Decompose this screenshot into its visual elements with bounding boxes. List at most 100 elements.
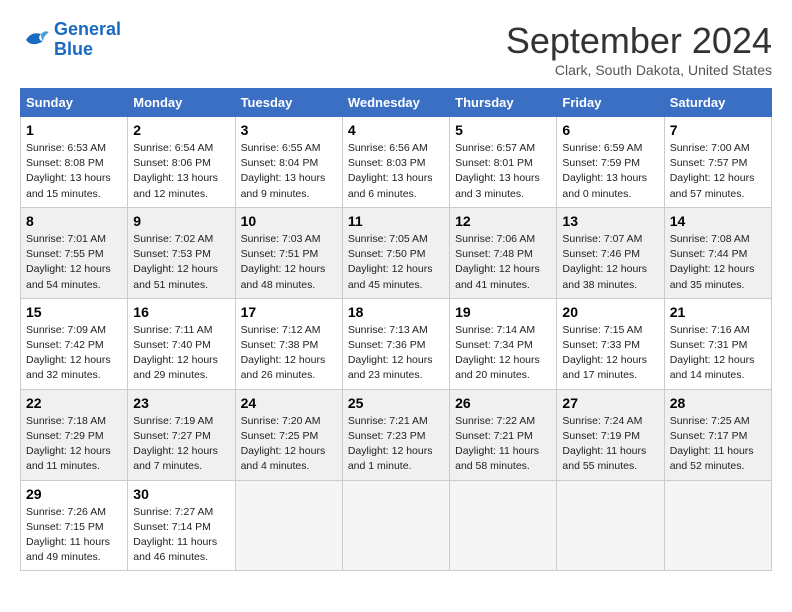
day-info: Sunrise: 7:20 AM Sunset: 7:25 PM Dayligh… <box>241 414 337 475</box>
calendar-cell <box>342 480 449 571</box>
day-number: 16 <box>133 304 229 320</box>
header-day-tuesday: Tuesday <box>235 89 342 117</box>
day-info: Sunrise: 7:24 AM Sunset: 7:19 PM Dayligh… <box>562 414 658 475</box>
day-number: 4 <box>348 122 444 138</box>
day-number: 6 <box>562 122 658 138</box>
calendar-header: SundayMondayTuesdayWednesdayThursdayFrid… <box>21 89 772 117</box>
day-number: 14 <box>670 213 766 229</box>
calendar-cell: 29Sunrise: 7:26 AM Sunset: 7:15 PM Dayli… <box>21 480 128 571</box>
calendar-cell: 7Sunrise: 7:00 AM Sunset: 7:57 PM Daylig… <box>664 117 771 208</box>
header-day-wednesday: Wednesday <box>342 89 449 117</box>
day-info: Sunrise: 6:54 AM Sunset: 8:06 PM Dayligh… <box>133 141 229 202</box>
calendar-cell: 17 Sunrise: 7:12 AM Sunset: 7:38 PM Dayli… <box>235 298 342 389</box>
calendar-cell: 2 Sunrise: 6:54 AM Sunset: 8:06 PM Daylig… <box>128 117 235 208</box>
day-number: 26 <box>455 395 551 411</box>
day-number: 20 <box>562 304 658 320</box>
day-number: 28 <box>670 395 766 411</box>
day-info: Sunrise: 6:53 AM Sunset: 8:08 PM Dayligh… <box>26 141 122 202</box>
week-row-4: 22 Sunrise: 7:18 AM Sunset: 7:29 PM Dayli… <box>21 389 772 480</box>
day-info: Sunrise: 7:09 AM Sunset: 7:42 PM Dayligh… <box>26 323 122 384</box>
day-number: 18 <box>348 304 444 320</box>
week-row-5: 29Sunrise: 7:26 AM Sunset: 7:15 PM Dayli… <box>21 480 772 571</box>
calendar-cell: 23 Sunrise: 7:19 AM Sunset: 7:27 PM Dayli… <box>128 389 235 480</box>
header-day-friday: Friday <box>557 89 664 117</box>
header-day-monday: Monday <box>128 89 235 117</box>
logo-text: General Blue <box>54 20 121 60</box>
calendar-cell: 12 Sunrise: 7:06 AM Sunset: 7:48 PM Dayli… <box>450 207 557 298</box>
calendar-cell: 14 Sunrise: 7:08 AM Sunset: 7:44 PM Dayli… <box>664 207 771 298</box>
title-block: September 2024 Clark, South Dakota, Unit… <box>506 20 772 78</box>
day-number: 22 <box>26 395 122 411</box>
day-number: 12 <box>455 213 551 229</box>
day-info: Sunrise: 7:18 AM Sunset: 7:29 PM Dayligh… <box>26 414 122 475</box>
day-info: Sunrise: 6:57 AM Sunset: 8:01 PM Dayligh… <box>455 141 551 202</box>
day-number: 30 <box>133 486 229 502</box>
calendar-body: 1Sunrise: 6:53 AM Sunset: 8:08 PM Daylig… <box>21 117 772 571</box>
header-day-sunday: Sunday <box>21 89 128 117</box>
day-number: 3 <box>241 122 337 138</box>
calendar-cell: 30 Sunrise: 7:27 AM Sunset: 7:14 PM Dayli… <box>128 480 235 571</box>
calendar-cell: 18 Sunrise: 7:13 AM Sunset: 7:36 PM Dayli… <box>342 298 449 389</box>
day-number: 2 <box>133 122 229 138</box>
day-info: Sunrise: 7:19 AM Sunset: 7:27 PM Dayligh… <box>133 414 229 475</box>
month-title: September 2024 <box>506 20 772 62</box>
calendar-cell: 9 Sunrise: 7:02 AM Sunset: 7:53 PM Daylig… <box>128 207 235 298</box>
day-info: Sunrise: 6:55 AM Sunset: 8:04 PM Dayligh… <box>241 141 337 202</box>
header-day-saturday: Saturday <box>664 89 771 117</box>
calendar-cell: 13Sunrise: 7:07 AM Sunset: 7:46 PM Dayli… <box>557 207 664 298</box>
day-info: Sunrise: 7:03 AM Sunset: 7:51 PM Dayligh… <box>241 232 337 293</box>
calendar-cell <box>557 480 664 571</box>
day-info: Sunrise: 7:11 AM Sunset: 7:40 PM Dayligh… <box>133 323 229 384</box>
day-number: 8 <box>26 213 122 229</box>
calendar-cell <box>664 480 771 571</box>
calendar-cell: 4 Sunrise: 6:56 AM Sunset: 8:03 PM Daylig… <box>342 117 449 208</box>
day-number: 21 <box>670 304 766 320</box>
header-row: SundayMondayTuesdayWednesdayThursdayFrid… <box>21 89 772 117</box>
day-info: Sunrise: 7:26 AM Sunset: 7:15 PM Dayligh… <box>26 505 122 566</box>
day-number: 5 <box>455 122 551 138</box>
day-info: Sunrise: 7:00 AM Sunset: 7:57 PM Dayligh… <box>670 141 766 202</box>
day-info: Sunrise: 7:16 AM Sunset: 7:31 PM Dayligh… <box>670 323 766 384</box>
day-number: 24 <box>241 395 337 411</box>
calendar-cell <box>235 480 342 571</box>
calendar-cell: 10Sunrise: 7:03 AM Sunset: 7:51 PM Dayli… <box>235 207 342 298</box>
day-info: Sunrise: 7:13 AM Sunset: 7:36 PM Dayligh… <box>348 323 444 384</box>
day-info: Sunrise: 6:56 AM Sunset: 8:03 PM Dayligh… <box>348 141 444 202</box>
day-info: Sunrise: 7:14 AM Sunset: 7:34 PM Dayligh… <box>455 323 551 384</box>
day-number: 9 <box>133 213 229 229</box>
calendar-cell: 24 Sunrise: 7:20 AM Sunset: 7:25 PM Dayli… <box>235 389 342 480</box>
day-info: Sunrise: 7:15 AM Sunset: 7:33 PM Dayligh… <box>562 323 658 384</box>
day-info: Sunrise: 7:12 AM Sunset: 7:38 PM Dayligh… <box>241 323 337 384</box>
calendar-cell: 25Sunrise: 7:21 AM Sunset: 7:23 PM Dayli… <box>342 389 449 480</box>
calendar-cell: 22 Sunrise: 7:18 AM Sunset: 7:29 PM Dayli… <box>21 389 128 480</box>
day-info: Sunrise: 7:21 AM Sunset: 7:23 PM Dayligh… <box>348 414 444 475</box>
calendar-cell: 28Sunrise: 7:25 AM Sunset: 7:17 PM Dayli… <box>664 389 771 480</box>
day-number: 27 <box>562 395 658 411</box>
calendar-cell: 11Sunrise: 7:05 AM Sunset: 7:50 PM Dayli… <box>342 207 449 298</box>
calendar-cell: 5 Sunrise: 6:57 AM Sunset: 8:01 PM Daylig… <box>450 117 557 208</box>
day-info: Sunrise: 7:27 AM Sunset: 7:14 PM Dayligh… <box>133 505 229 566</box>
day-info: Sunrise: 6:59 AM Sunset: 7:59 PM Dayligh… <box>562 141 658 202</box>
calendar-cell: 19 Sunrise: 7:14 AM Sunset: 7:34 PM Dayli… <box>450 298 557 389</box>
day-info: Sunrise: 7:01 AM Sunset: 7:55 PM Dayligh… <box>26 232 122 293</box>
week-row-2: 8 Sunrise: 7:01 AM Sunset: 7:55 PM Daylig… <box>21 207 772 298</box>
week-row-3: 15 Sunrise: 7:09 AM Sunset: 7:42 PM Dayli… <box>21 298 772 389</box>
day-info: Sunrise: 7:06 AM Sunset: 7:48 PM Dayligh… <box>455 232 551 293</box>
day-number: 23 <box>133 395 229 411</box>
day-number: 17 <box>241 304 337 320</box>
calendar-cell: 3 Sunrise: 6:55 AM Sunset: 8:04 PM Daylig… <box>235 117 342 208</box>
calendar-cell: 20 Sunrise: 7:15 AM Sunset: 7:33 PM Dayli… <box>557 298 664 389</box>
day-info: Sunrise: 7:05 AM Sunset: 7:50 PM Dayligh… <box>348 232 444 293</box>
day-number: 15 <box>26 304 122 320</box>
logo-icon <box>20 25 50 55</box>
page-header: General Blue September 2024 Clark, South… <box>20 20 772 78</box>
calendar-cell: 8 Sunrise: 7:01 AM Sunset: 7:55 PM Daylig… <box>21 207 128 298</box>
location: Clark, South Dakota, United States <box>506 62 772 78</box>
calendar-cell: 16 Sunrise: 7:11 AM Sunset: 7:40 PM Dayli… <box>128 298 235 389</box>
calendar-cell: 1Sunrise: 6:53 AM Sunset: 8:08 PM Daylig… <box>21 117 128 208</box>
day-number: 19 <box>455 304 551 320</box>
day-info: Sunrise: 7:08 AM Sunset: 7:44 PM Dayligh… <box>670 232 766 293</box>
day-info: Sunrise: 7:02 AM Sunset: 7:53 PM Dayligh… <box>133 232 229 293</box>
calendar-cell: 6 Sunrise: 6:59 AM Sunset: 7:59 PM Daylig… <box>557 117 664 208</box>
day-info: Sunrise: 7:22 AM Sunset: 7:21 PM Dayligh… <box>455 414 551 475</box>
